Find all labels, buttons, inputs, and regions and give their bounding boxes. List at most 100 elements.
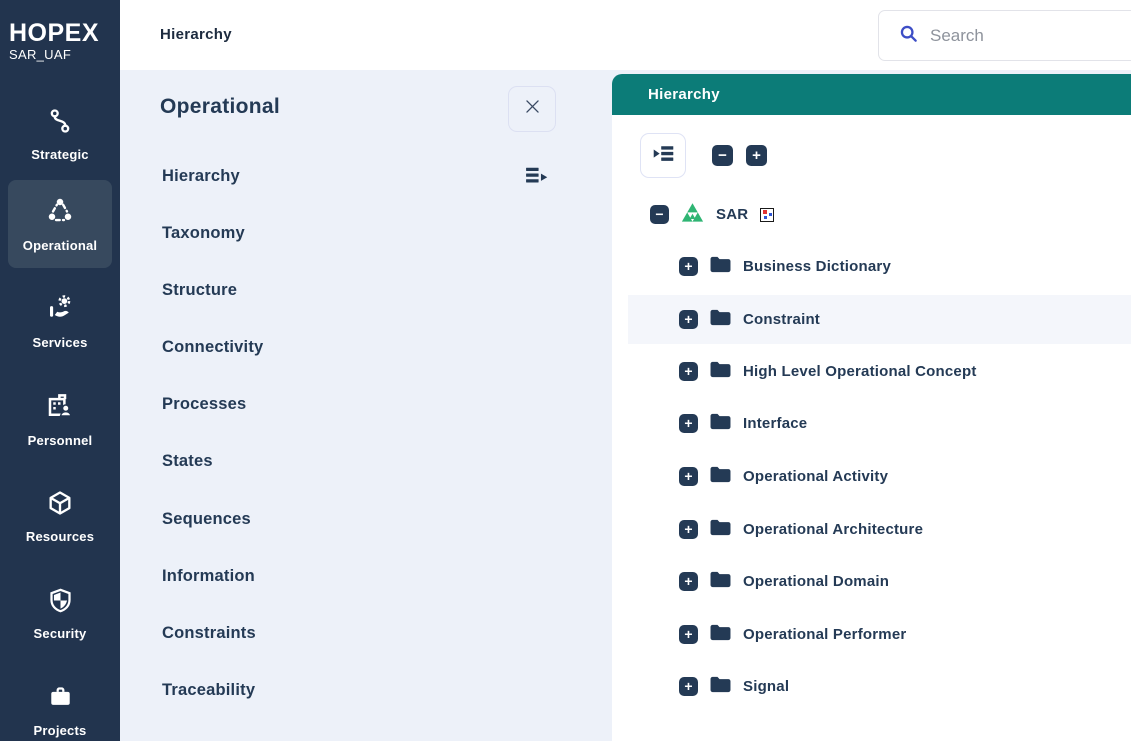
expand-node-button[interactable]: + xyxy=(679,677,698,696)
tree-node-label: Constraint xyxy=(743,311,820,328)
menu-item-label: Information xyxy=(162,567,255,586)
tree-row-signal[interactable]: + Signal xyxy=(628,662,1131,711)
folder-icon xyxy=(709,360,732,384)
modified-status-badge xyxy=(760,208,774,222)
search-icon xyxy=(898,23,919,49)
menu-item-states[interactable]: States xyxy=(162,447,567,475)
tree-node-label: Operational Activity xyxy=(743,468,888,485)
folder-icon xyxy=(709,308,732,332)
sidebar-item-label: Operational xyxy=(23,238,97,253)
menu-item-label: Hierarchy xyxy=(162,167,240,186)
menu-item-taxonomy[interactable]: Taxonomy xyxy=(162,219,567,247)
breadcrumb: Hierarchy xyxy=(160,26,232,43)
folder-icon xyxy=(709,623,732,647)
folder-icon xyxy=(709,465,732,489)
tree-node-label: SAR xyxy=(716,206,748,223)
hopex-app-window: HOPEX SAR_UAF Strategic Operational Serv… xyxy=(0,0,1131,741)
expand-node-button[interactable]: + xyxy=(679,257,698,276)
sidebar-item-label: Strategic xyxy=(31,147,88,162)
expand-node-button[interactable]: + xyxy=(679,414,698,433)
menu-item-label: Sequences xyxy=(162,510,251,529)
folder-icon xyxy=(709,675,732,699)
menu-item-constraints[interactable]: Constraints xyxy=(162,619,567,647)
expand-node-button[interactable]: + xyxy=(679,467,698,486)
tree-row-interface[interactable]: + Interface xyxy=(628,399,1131,448)
folder-icon xyxy=(709,570,732,594)
hand-gear-icon xyxy=(45,293,75,328)
tree-node-label: Operational Architecture xyxy=(743,521,923,538)
tree-row-business-dictionary[interactable]: + Business Dictionary xyxy=(628,242,1131,291)
sidebar-item-personnel[interactable]: Personnel xyxy=(8,375,112,463)
sidebar-item-label: Resources xyxy=(26,529,94,544)
sidebar-item-services[interactable]: Services xyxy=(8,277,112,365)
tree-panel-header: Hierarchy xyxy=(612,74,1131,115)
cycle-icon xyxy=(45,196,75,231)
tree-row-operational-activity[interactable]: + Operational Activity xyxy=(628,452,1131,501)
sidebar-item-projects[interactable]: Projects xyxy=(8,667,112,741)
sidebar-item-label: Personnel xyxy=(28,433,93,448)
menu-item-traceability[interactable]: Traceability xyxy=(162,676,567,704)
tree-node-label: Signal xyxy=(743,678,789,695)
building-person-icon xyxy=(45,391,75,426)
search-input[interactable] xyxy=(930,26,1110,46)
collapse-all-button[interactable]: − xyxy=(712,145,733,166)
menu-item-information[interactable]: Information xyxy=(162,562,567,590)
sidebar-item-strategic[interactable]: Strategic xyxy=(8,90,112,178)
tree-row-root-sar[interactable]: − SAR xyxy=(628,190,1131,239)
expand-all-button[interactable]: + xyxy=(746,145,767,166)
folder-icon xyxy=(709,518,732,542)
menu-item-sequences[interactable]: Sequences xyxy=(162,505,567,533)
menu-item-structure[interactable]: Structure xyxy=(162,276,567,304)
open-list-icon[interactable] xyxy=(524,163,549,193)
menu-item-label: Connectivity xyxy=(162,338,263,357)
sidebar-item-label: Services xyxy=(32,335,87,350)
tree-row-high-level-operational-concept[interactable]: + High Level Operational Concept xyxy=(628,347,1131,396)
tree-node-label: Interface xyxy=(743,415,807,432)
app-sidebar: HOPEX SAR_UAF Strategic Operational Serv… xyxy=(0,0,120,741)
cube-icon xyxy=(46,489,74,522)
expand-node-button[interactable]: + xyxy=(679,362,698,381)
tree-panel-title: Hierarchy xyxy=(648,86,720,103)
tree-row-operational-domain[interactable]: + Operational Domain xyxy=(628,557,1131,606)
workspace-name: SAR_UAF xyxy=(9,47,99,62)
tree-node-label: High Level Operational Concept xyxy=(743,363,977,380)
tree-row-operational-architecture[interactable]: + Operational Architecture xyxy=(628,505,1131,554)
operational-menu-panel: Operational Hierarchy Taxonomy Structure… xyxy=(120,70,597,741)
tree-node-label: Operational Performer xyxy=(743,626,906,643)
menu-item-hierarchy[interactable]: Hierarchy xyxy=(162,162,567,190)
expand-node-button[interactable]: + xyxy=(679,310,698,329)
sidebar-item-resources[interactable]: Resources xyxy=(8,472,112,560)
top-bar: Hierarchy xyxy=(120,0,1131,70)
close-icon xyxy=(523,97,542,121)
close-panel-button[interactable] xyxy=(508,86,556,132)
menu-item-label: States xyxy=(162,452,213,471)
app-logo: HOPEX SAR_UAF xyxy=(9,20,99,62)
menu-item-label: Traceability xyxy=(162,681,255,700)
briefcase-icon xyxy=(47,684,74,716)
expand-node-button[interactable]: + xyxy=(679,572,698,591)
tree-panel-body: − + − SAR + Business Dictionary + Constr… xyxy=(612,115,1131,741)
sidebar-item-security[interactable]: Security xyxy=(8,570,112,658)
expand-node-button[interactable]: + xyxy=(679,520,698,539)
menu-item-processes[interactable]: Processes xyxy=(162,390,567,418)
shield-icon xyxy=(47,587,74,619)
menu-item-label: Processes xyxy=(162,395,246,414)
sidebar-item-operational[interactable]: Operational xyxy=(8,180,112,268)
brand-name: HOPEX xyxy=(9,20,99,46)
menu-item-connectivity[interactable]: Connectivity xyxy=(162,333,567,361)
menu-item-label: Constraints xyxy=(162,624,256,643)
folder-icon xyxy=(709,412,732,436)
collapse-tree-icon xyxy=(651,141,676,171)
menu-item-label: Taxonomy xyxy=(162,224,245,243)
collapse-node-button[interactable]: − xyxy=(650,205,669,224)
route-icon xyxy=(46,107,74,140)
collapse-tree-button[interactable] xyxy=(640,133,686,178)
tree-node-label: Operational Domain xyxy=(743,573,889,590)
search-box[interactable] xyxy=(878,10,1131,61)
menu-item-label: Structure xyxy=(162,281,237,300)
tree-row-operational-performer[interactable]: + Operational Performer xyxy=(628,610,1131,659)
expand-node-button[interactable]: + xyxy=(679,625,698,644)
sidebar-item-label: Security xyxy=(34,626,87,641)
panel-title: Operational xyxy=(160,95,280,119)
tree-row-constraint[interactable]: + Constraint xyxy=(628,295,1131,344)
